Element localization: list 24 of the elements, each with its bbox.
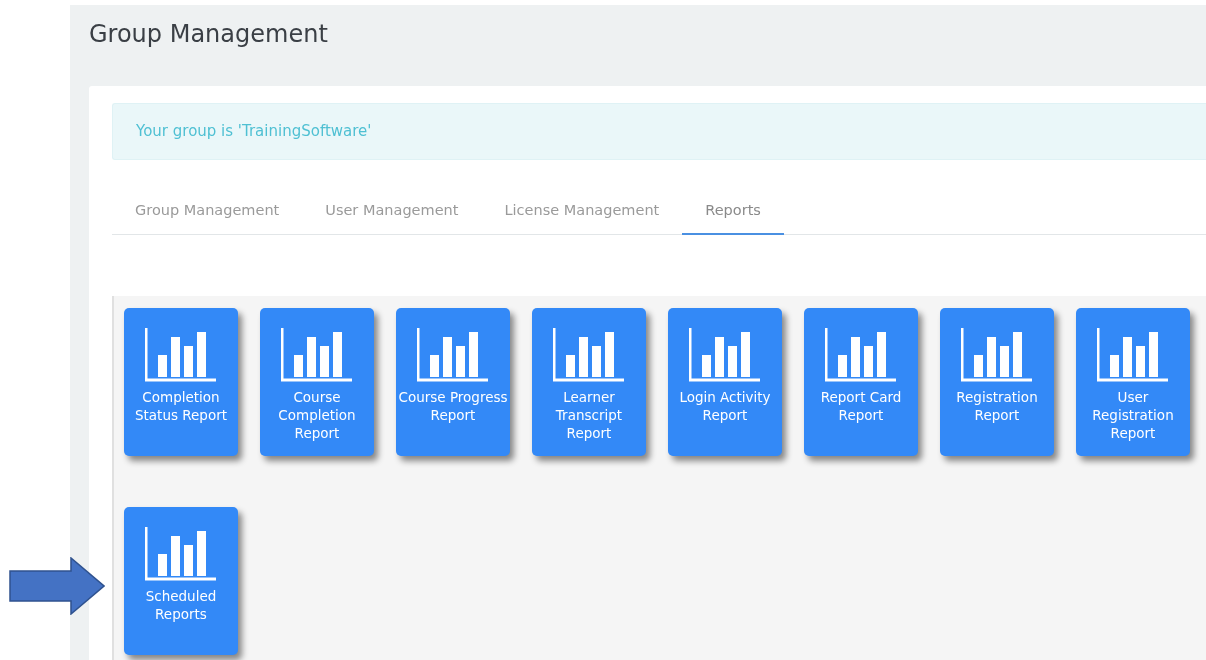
report-tile[interactable]: User Registration Report (1076, 308, 1190, 457)
tab[interactable]: License Management (481, 183, 683, 236)
bar-chart-icon (689, 328, 761, 383)
page-title: Group Management (89, 19, 329, 49)
report-tile[interactable]: Report Card Report (804, 308, 918, 457)
report-tile[interactable]: Learner Transcript Report (532, 308, 646, 457)
report-tile[interactable]: Completion Status Report (124, 308, 238, 457)
bar-chart-icon (553, 328, 625, 383)
bar-chart-icon (1097, 328, 1169, 383)
bar-chart-icon (961, 328, 1033, 383)
bar-chart-icon (417, 328, 489, 383)
report-tile[interactable]: Course Completion Report (260, 308, 374, 457)
bar-chart-icon (145, 527, 217, 582)
report-tile[interactable]: Scheduled Reports (124, 507, 238, 656)
bar-chart-icon (825, 328, 897, 383)
report-tile[interactable]: Course Progress Report (396, 308, 510, 457)
tab[interactable]: User Management (302, 183, 482, 236)
bar-chart-icon (145, 328, 217, 383)
bar-chart-icon (281, 328, 353, 383)
tab[interactable]: Reports (682, 183, 784, 236)
report-tile[interactable]: Registration Report (940, 308, 1054, 457)
report-tile[interactable]: Login Activity Report (668, 308, 782, 457)
group-alert: Your group is 'TrainingSoftware' (112, 103, 1206, 160)
tab[interactable]: Group Management (112, 183, 303, 236)
